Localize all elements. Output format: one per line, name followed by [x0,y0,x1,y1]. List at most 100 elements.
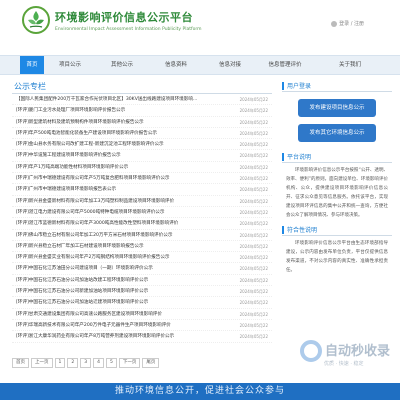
list-item-date: 2024年05月22 [239,176,268,182]
list-item[interactable]: [环评]中国石化江苏石油分公司加油站迁建项目环境影响评价公示 2024年05月22 [12,297,272,309]
list-item-title[interactable]: [环评]中国石化江苏石油分公司加油站迁建项目环境影响评价公示 [16,297,228,307]
pagination-button[interactable]: 2 [67,358,79,368]
notice-column: 公示专栏 【国际人民集团配件200万千瓦家合作光伏项目北区】30KV送出线路建设… [12,80,272,343]
list-item-title[interactable]: [环评]新兴县稳立石材厂年加工石材建设项目环境影响报告公示 [16,241,228,251]
pagination-button[interactable]: 尾页 [142,358,160,368]
list-item[interactable]: [环评]广州市中瑞德建设有限公司年产5万吨复合肥料项目环境影响评价公示 2024年… [12,173,272,185]
list-item[interactable]: [环评]广州市中瑞德建设项目环境影响报告表公示 2024年05月22 [12,184,272,196]
list-item[interactable]: [环评]中国石化江苏石油分公司新建加油站项目环境影响评价公示 2024年05月22 [12,286,272,298]
list-item-date: 2024年05月22 [239,289,268,295]
platform-info-title: 平台说明 [287,154,312,161]
compliance-header: 符合性说明 [282,224,392,236]
list-item-title[interactable]: [环评]新型建筑材料及建筑预制构件项目环境影响评价报告公示 [16,117,228,127]
list-item[interactable]: [环评]新兴县金盛实业有限公司年产2万吨钢结构项目环境影响评价报告公示 2024年… [12,252,272,264]
list-item[interactable]: [环评]新兴县金盛新材料有限公司年加工3万吨塑料制品建设项目环境影响评价 2024… [12,196,272,207]
nav-other-notice[interactable]: 其他公示 [104,56,140,74]
section-marker-icon [282,225,284,234]
list-item-title[interactable]: [环评]甘肃交通建设集团有限公司高速公路服务区建设项目环境影响评价 [16,309,228,319]
list-item[interactable]: [环评]厦门工业污水处理厂项目环境影响评价报告公示 2024年05月22 [12,105,272,117]
list-item[interactable]: [环评]浙江大康华润药业有限公司年产8万吨营养剂建设项目环境影响评价公示 2024… [12,331,272,343]
list-item-date: 2024年05月22 [239,187,268,193]
list-item-date: 2024年05月22 [239,130,268,136]
sidebar-login-header: 用户登录 [282,80,392,92]
list-item-date: 2024年05月22 [239,255,268,261]
list-item-title[interactable]: [环评]中国石化江苏油田分公司建设项目（一期）环境影响评价公示 [16,263,228,273]
pagination-button[interactable]: 下一页 [118,358,141,368]
list-item-title[interactable]: [环评]中国石化江苏石油分公司新建加油站项目环境影响评价公示 [16,286,228,296]
section-marker-icon [282,152,284,161]
list-item[interactable]: [环评]金山县水务有限公司改扩建工程-新建沉淀池工程环境影响评价公示 2024年0… [12,139,272,151]
list-item-title[interactable]: [环评]新兴县金盛实业有限公司年产2万吨钢结构项目环境影响评价报告公示 [16,252,228,262]
pagination-button[interactable]: 4 [93,358,104,368]
publish-other-notice-button[interactable]: 发布其它环境信息公示 [298,124,376,142]
nav-info-materials[interactable]: 信息资料 [158,56,194,74]
list-item-date: 2024年05月22 [239,198,268,204]
list-item[interactable]: [环评]年产500吨电池智能化装备生产建设项目环境影响评价报告公示 2024年05… [12,128,272,140]
nav-project-notice[interactable]: 项目公示 [52,56,88,74]
list-item-date: 2024年05月22 [239,164,268,170]
list-item[interactable]: [环评]新型建筑材料及建筑预制构件项目环境影响评价报告公示 2024年05月22 [12,117,272,128]
login-link[interactable]: 登录 / 注册 [331,20,364,27]
login-text[interactable]: 登录 / 注册 [339,20,364,27]
list-item-title[interactable]: [环评]年产500吨电池智能化装备生产建设项目环境影响评价报告公示 [16,128,228,138]
nav-info-management[interactable]: 信息管理评价 [262,56,308,74]
main-nav: 首页 项目公示 其他公示 信息资料 信息对接 信息管理评价 关于我们 [0,55,400,75]
list-item-title[interactable]: [环评]湛江电力建设有限公司年产5000吨特种电缆项目环境影响评价公示 [16,207,228,217]
environment-logo-icon[interactable] [22,6,50,34]
nav-info-docking[interactable]: 信息对接 [212,56,248,74]
sidebar: 用户登录 发布建设项目信息公示 发布其它环境信息公示 平台说明 环境影响评价信息… [282,80,392,275]
list-item-title[interactable]: [环评]广州市中瑞德建设有限公司年产5万吨复合肥料项目环境影响评价公示 [16,173,228,183]
list-item-title[interactable]: [环评]浙江大康华润药业有限公司年产8万吨营养剂建设项目环境影响评价公示 [16,331,228,341]
pagination-button[interactable]: 3 [80,358,92,368]
list-item[interactable]: [环评]湛江电力建设有限公司年产5000吨特种电缆项目环境影响评价公示 2024年… [12,207,272,219]
list-item-title[interactable]: [环评]厦门工业污水处理厂项目环境影响评价报告公示 [16,105,228,115]
site-title: 环境影响评价信息公示平台 [55,11,193,24]
list-item[interactable]: [环评]新兴县稳立石材厂年加工石材建设项目环境影响报告公示 2024年05月22 [12,241,272,253]
list-item-title[interactable]: [环评]华瑞高新技术有限公司年产200万件电子元器件生产项目环境影响评价 [16,320,228,330]
list-item-date: 2024年05月22 [239,209,268,215]
notice-column-header: 公示专栏 [12,80,272,94]
list-item[interactable]: [环评]甘肃交通建设集团有限公司高速公路服务区建设项目环境影响评价 2024年05… [12,309,272,320]
watermark-ring-icon [300,340,322,362]
list-item-title[interactable]: [环评]广州市中瑞德建设项目环境影响报告表公示 [16,184,228,194]
publish-project-notice-button[interactable]: 发布建设项目信息公示 [298,99,376,117]
list-item[interactable]: 【国际人民集团配件200万千瓦家合作光伏项目北区】30KV送出线路建设项目环境影… [12,94,272,106]
list-item[interactable]: [环评]年产1万吨高端功能性材料项目环境影响评价公示 2024年05月22 [12,162,272,174]
pagination-button[interactable]: 上一页 [31,358,53,368]
list-item-date: 2024年05月22 [239,221,268,227]
list-item-date: 2024年05月22 [239,97,268,102]
list-item-date: 2024年05月22 [239,108,268,114]
list-item-date: 2024年05月22 [239,232,268,238]
list-item-title[interactable]: [环评]佛山市稳立石材有限公司年加工20万平方米石材项目环境影响评价公示 [16,230,228,240]
nav-about-us[interactable]: 关于我们 [330,56,370,74]
list-item-date: 2024年05月22 [239,311,268,317]
list-item-title[interactable]: [环评]新兴县金盛新材料有限公司年加工3万吨塑料制品建设项目环境影响评价 [16,196,228,206]
list-item[interactable]: [环评]中国石化江苏石油分公司加油站改建工程环境影响评价公示 2024年05月22 [12,275,272,287]
list-item-title[interactable]: [环评]中华设施工程建设项目环境影响评价报告公示 [16,150,228,160]
list-item-date: 2024年05月22 [239,322,268,328]
watermark: 自动秒收录 优质 · 快速 · 稳定 [300,338,392,382]
list-item-title[interactable]: [环评]年产1万吨高端功能性材料项目环境影响评价公示 [16,162,228,172]
list-item-title[interactable]: [环评]湛江市蓝德新材料有限公司年产3000吨高性能改性塑料项目环境影响评价 [16,218,228,228]
compliance-text: 环境影响评价信息公示平台由生态环境部指导建设，公示内容由发布单位负责，平台仅提供… [286,241,388,273]
list-item[interactable]: [环评]中华设施工程建设项目环境影响评价报告公示 2024年05月22 [12,150,272,162]
platform-info-text: 环境影响评价信息公示平台按照“公开、透明、效率、便利”的原则，面向建设单位、环境… [286,168,388,218]
watermark-slogan: 优质 · 快速 · 稳定 [324,361,364,367]
compliance-title: 符合性说明 [287,227,318,234]
footer-banner: 推动环境信息公开，促进社会公众参与 [0,383,400,400]
list-item[interactable]: [环评]华瑞高新技术有限公司年产200万件电子元器件生产项目环境影响评价 2024… [12,320,272,332]
list-item-date: 2024年05月22 [239,266,268,272]
pagination-button[interactable]: 5 [106,358,117,368]
list-item-title[interactable]: [环评]金山县水务有限公司改扩建工程-新建沉淀池工程环境影响评价公示 [16,139,228,149]
pagination-button[interactable]: 1 [54,358,66,368]
sidebar-login-title: 用户登录 [287,83,312,90]
list-item[interactable]: [环评]佛山市稳立石材有限公司年加工20万平方米石材项目环境影响评价公示 2024… [12,230,272,241]
pagination-button[interactable]: 首页 [12,358,29,368]
list-item[interactable]: [环评]湛江市蓝德新材料有限公司年产3000吨高性能改性塑料项目环境影响评价 20… [12,218,272,230]
list-item[interactable]: [环评]中国石化江苏油田分公司建设项目（一期）环境影响评价公示 2024年05月2… [12,263,272,275]
list-item-title[interactable]: 【国际人民集团配件200万千瓦家合作光伏项目北区】30KV送出线路建设项目环境影… [16,94,228,104]
nav-home[interactable]: 首页 [20,56,44,74]
site-subtitle: Environmental Impact Assessment Informat… [55,27,202,32]
list-item-title[interactable]: [环评]中国石化江苏石油分公司加油站改建工程环境影响评价公示 [16,275,228,285]
list-item-date: 2024年05月22 [239,243,268,249]
